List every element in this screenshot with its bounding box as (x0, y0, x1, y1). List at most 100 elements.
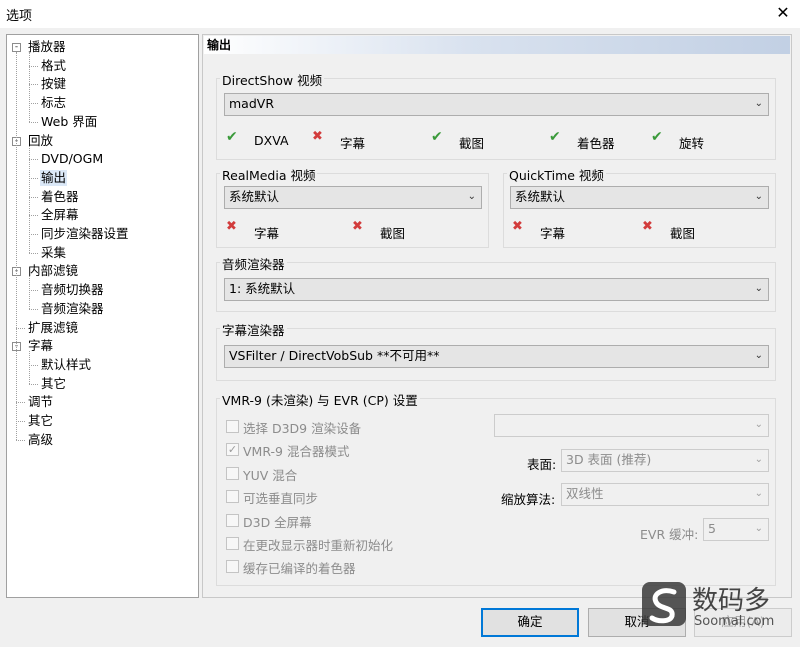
tree-connector (29, 383, 38, 385)
page-title: 输出 (204, 36, 790, 54)
chevron-down-icon: ⌄ (754, 523, 763, 534)
directshow-renderer-select[interactable]: madVR ⌄ (224, 93, 769, 116)
tree-item-18[interactable]: 其它 (40, 376, 67, 392)
tree-item-20[interactable]: 其它 (27, 413, 54, 429)
d3d9-device-select[interactable]: ⌄ (494, 414, 769, 437)
realmedia-renderer-value: 系统默认 (229, 189, 280, 204)
tree-connector (29, 351, 30, 384)
tree-item-6[interactable]: DVD/OGM (40, 151, 104, 167)
subtitle-renderer-label: 字幕渲染器 (220, 320, 287, 339)
vmr-checkbox-label: 选择 D3D9 渲染设备 (243, 421, 362, 436)
vmr-settings-label: VMR-9 (未渲染) 与 EVR (CP) 设置 (220, 390, 420, 409)
feature-label: 旋转 (679, 136, 705, 151)
tree-item-5[interactable]: 回放 (27, 133, 54, 149)
vmr-checkbox-2[interactable] (226, 466, 239, 480)
tree-item-7[interactable]: 输出 (40, 169, 68, 186)
subtitle-renderer-value: VSFilter / DirectVobSub **不可用** (229, 348, 440, 363)
vmr-checkbox-label: D3D 全屏幕 (243, 514, 312, 530)
tree-item-14[interactable]: 音频渲染器 (40, 301, 105, 317)
tree-connector (16, 327, 25, 329)
vmr-checkbox-label: 在更改显示器时重新初始化 (243, 538, 394, 553)
tree-item-2[interactable]: 按键 (40, 76, 67, 92)
watermark: 数码多 Soomal.com (640, 578, 798, 638)
tree-item-19[interactable]: 调节 (27, 394, 54, 410)
watermark-site: Soomal.com (694, 614, 775, 629)
vmr-checkbox-1[interactable]: ✓ (226, 443, 239, 457)
tree-item-17[interactable]: 默认样式 (40, 357, 92, 373)
resize-value: 双线性 (566, 486, 604, 501)
tree-item-1[interactable]: 格式 (40, 58, 67, 74)
evr-buffer-select[interactable]: 5 ⌄ (703, 518, 769, 541)
quicktime-renderer-select[interactable]: 系统默认 ⌄ (510, 186, 769, 209)
tree-item-8[interactable]: 着色器 (40, 189, 80, 205)
close-icon[interactable]: ✕ (772, 2, 794, 24)
surface-select[interactable]: 3D 表面 (推荐) ⌄ (561, 449, 769, 472)
surface-label: 表面: (527, 457, 557, 472)
check-icon: ✔ (651, 129, 663, 145)
realmedia-label: RealMedia 视频 (220, 165, 318, 184)
tree-item-11[interactable]: 采集 (40, 245, 67, 261)
vmr-checkbox-label: VMR-9 混合器模式 (243, 444, 350, 460)
feature-label: 着色器 (577, 136, 615, 151)
vmr-checkbox-label: 缓存已编译的着色器 (243, 561, 356, 577)
tree-connector (29, 177, 38, 179)
title-bar (0, 0, 800, 28)
tree-connector (29, 196, 38, 198)
quicktime-renderer-value: 系统默认 (515, 189, 566, 204)
tree-item-4[interactable]: Web 界面 (40, 114, 98, 130)
audio-renderer-select[interactable]: 1: 系统默认 ⌄ (224, 278, 769, 301)
tree-connector (29, 121, 38, 123)
surface-value: 3D 表面 (推荐) (566, 452, 652, 467)
vmr-checkbox-5[interactable] (226, 537, 239, 550)
tree-item-13[interactable]: 音频切换器 (40, 282, 105, 298)
subtitle-renderer-select[interactable]: VSFilter / DirectVobSub **不可用** ⌄ (224, 345, 769, 368)
check-icon: ✔ (549, 129, 561, 145)
vmr-checkbox-0[interactable] (226, 420, 239, 433)
vmr-checkbox-label: 可选垂直同步 (243, 491, 319, 507)
tree-item-12[interactable]: 内部滤镜 (27, 263, 79, 279)
tree-expander-icon[interactable]: - (12, 43, 21, 52)
chevron-down-icon: ⌄ (754, 283, 763, 294)
resize-label: 缩放算法: (501, 492, 556, 507)
tree-item-15[interactable]: 扩展滤镜 (27, 320, 79, 336)
vmr-checkbox-6[interactable] (226, 560, 239, 574)
tree-connector (29, 364, 38, 366)
directshow-renderer-value: madVR (229, 96, 275, 111)
tree-item-10[interactable]: 同步渲染器设置 (40, 226, 130, 242)
resize-select[interactable]: 双线性 ⌄ (561, 483, 769, 506)
directshow-label: DirectShow 视频 (220, 70, 325, 89)
tree-connector (29, 252, 38, 254)
tree-item-9[interactable]: 全屏幕 (40, 207, 80, 223)
tree-connector (16, 421, 25, 422)
tree-connector (29, 145, 30, 253)
cross-icon: ✖ (512, 219, 523, 234)
chevron-down-icon: ⌄ (467, 191, 476, 202)
tree-item-0[interactable]: 播放器 (27, 39, 67, 55)
tree-item-21[interactable]: 高级 (27, 432, 54, 448)
realmedia-renderer-select[interactable]: 系统默认 ⌄ (224, 186, 482, 209)
tree-item-16[interactable]: 字幕 (27, 338, 54, 354)
cross-icon: ✖ (226, 219, 237, 234)
audio-renderer-value: 1: 系统默认 (229, 281, 296, 296)
feature-label: 字幕 (254, 226, 280, 241)
chevron-down-icon: ⌄ (754, 454, 763, 465)
evr-buffer-value: 5 (708, 521, 716, 536)
options-tree[interactable]: 播放器 - 格式 按键 标志 Web 界面 回放 - DVD/OGM 输出 着色器 全屏幕 同步渲染器设… (6, 34, 199, 598)
cross-icon: ✖ (352, 219, 363, 234)
chevron-down-icon: ⌄ (754, 191, 763, 202)
tree-item-3[interactable]: 标志 (40, 95, 67, 111)
tree-connector (29, 159, 38, 161)
feature-label: DXVA (254, 133, 289, 148)
vmr-checkbox-4[interactable] (226, 513, 239, 527)
vmr-checkbox-3[interactable] (226, 490, 239, 504)
audio-renderer-label: 音频渲染器 (220, 254, 287, 273)
check-icon: ✔ (431, 129, 443, 145)
feature-label: 字幕 (540, 226, 566, 241)
feature-label: 截图 (670, 226, 696, 241)
tree-connector (16, 439, 25, 441)
evr-buffer-label: EVR 缓冲: (640, 527, 699, 542)
vmr-checkbox-label: YUV 混合 (243, 467, 298, 483)
chevron-down-icon: ⌄ (754, 419, 763, 430)
ok-button[interactable]: 确定 (481, 608, 579, 637)
watermark-name: 数码多 (692, 586, 771, 616)
